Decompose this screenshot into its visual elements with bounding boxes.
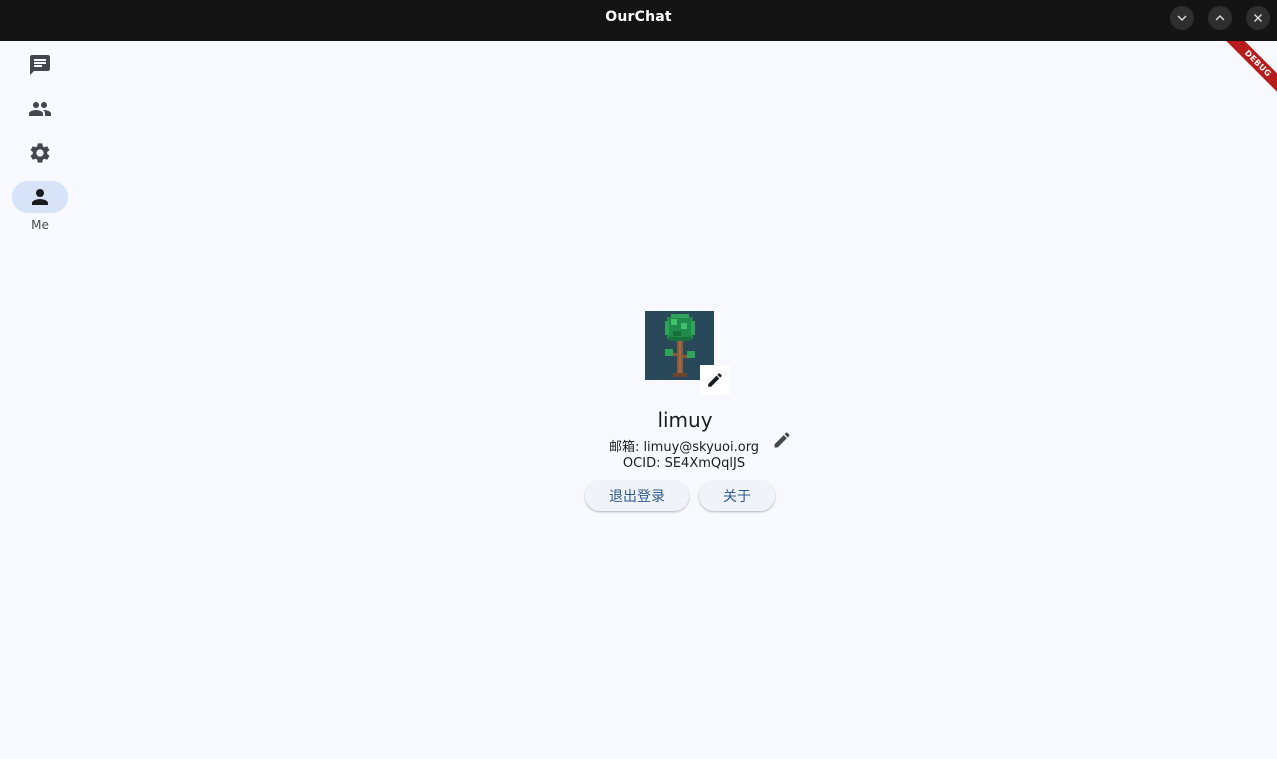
rail-item-me[interactable] xyxy=(12,181,68,213)
title-bar: OurChat xyxy=(0,0,1277,41)
debug-ribbon-label: DEBUG xyxy=(1221,41,1277,100)
chevron-down-icon xyxy=(1177,15,1187,21)
minimize-button[interactable] xyxy=(1170,6,1194,30)
navigation-rail: Me xyxy=(0,41,80,759)
rail-item-chats[interactable] xyxy=(12,49,68,81)
debug-banner: DEBUG xyxy=(1217,41,1277,101)
edit-profile-button[interactable] xyxy=(769,427,795,453)
close-button[interactable] xyxy=(1246,6,1270,30)
username: limuy xyxy=(657,408,713,432)
ocid-text: OCID: SE4XmQqlJS xyxy=(622,456,746,471)
people-icon xyxy=(29,102,51,116)
avatar-edit-button[interactable] xyxy=(700,365,730,395)
person-icon xyxy=(32,189,48,205)
rail-item-me-label: Me xyxy=(31,218,49,232)
chat-icon xyxy=(30,55,50,75)
about-button[interactable]: 关于 xyxy=(699,481,775,511)
rail-item-friends[interactable] xyxy=(12,93,68,125)
logout-button[interactable]: 退出登录 xyxy=(585,481,689,511)
rail-item-settings[interactable] xyxy=(12,137,68,169)
chevron-up-icon xyxy=(1215,15,1225,21)
window-title: OurChat xyxy=(605,9,672,25)
close-icon xyxy=(1254,14,1262,22)
maximize-button[interactable] xyxy=(1208,6,1232,30)
gear-icon xyxy=(30,143,50,163)
email-text: 邮箱: limuy@skyuoi.org xyxy=(608,440,760,455)
pencil-icon xyxy=(774,432,790,448)
pencil-icon xyxy=(708,373,722,387)
